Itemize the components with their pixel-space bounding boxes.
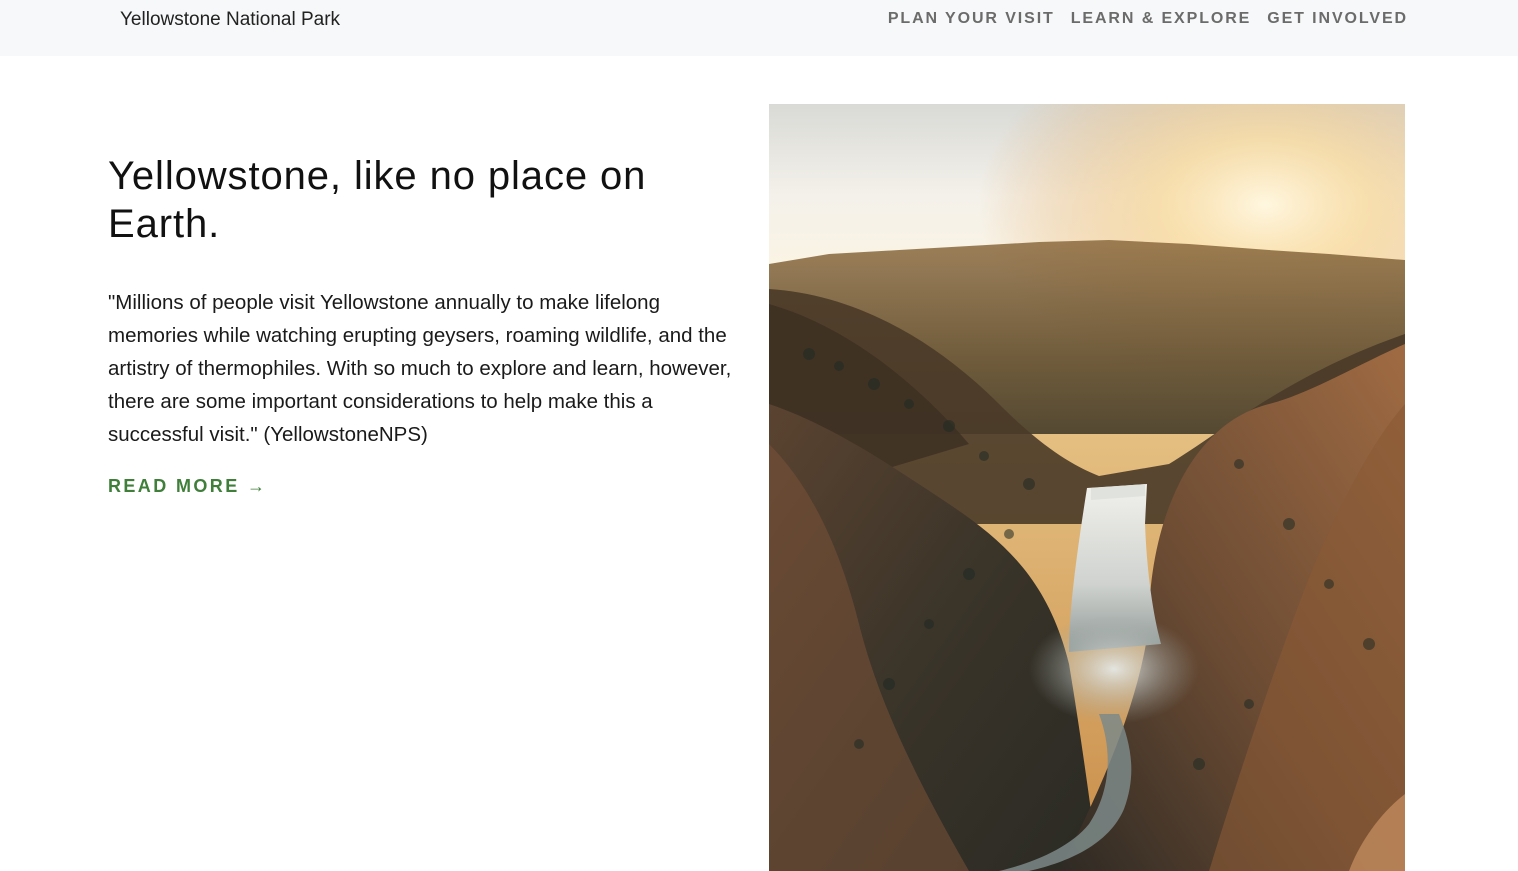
hero-title: Yellowstone, like no place on Earth.	[108, 154, 647, 246]
waterfall-canyon-illustration	[769, 104, 1405, 871]
hero-quote: "Millions of people visit Yellowstone an…	[108, 291, 732, 446]
nav-link-learn-and-explore[interactable]: LEARN & EXPLORE	[1071, 9, 1252, 29]
read-more-link[interactable]: READ MORE →	[108, 473, 267, 499]
top-navbar: Yellowstone National Park PLAN YOUR VISI…	[0, 0, 1518, 56]
hero-image-waterfall-canyon	[769, 104, 1405, 871]
nav-link-get-involved[interactable]: GET INVOLVED	[1267, 9, 1408, 29]
hero-copy: Yellowstone, like no place on Earth. "Mi…	[108, 152, 753, 499]
site-brand-link[interactable]: Yellowstone National Park	[120, 8, 340, 32]
nav-link-plan-your-visit[interactable]: PLAN YOUR VISIT	[888, 9, 1055, 29]
primary-nav: PLAN YOUR VISIT LEARN & EXPLORE GET INVO…	[888, 9, 1408, 29]
